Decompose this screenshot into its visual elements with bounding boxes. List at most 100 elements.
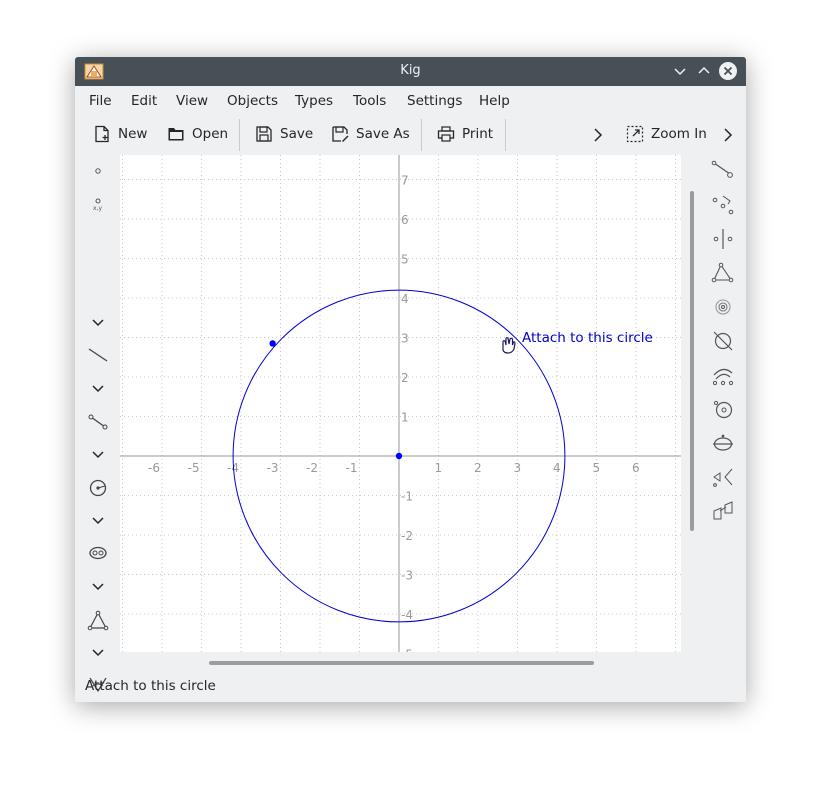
- menu-objects[interactable]: Objects: [227, 93, 278, 109]
- y-tick-label: 7: [401, 174, 409, 188]
- segment-tool-button[interactable]: [710, 157, 736, 183]
- vertical-scrollbar[interactable]: [690, 191, 694, 531]
- x-tick-label: 4: [553, 461, 561, 475]
- attach-tooltip: Attach to this circle: [502, 330, 653, 354]
- x-tick-label: -3: [267, 461, 279, 475]
- horizontal-scrollbar[interactable]: [209, 661, 594, 665]
- save-label: Save: [280, 126, 314, 142]
- y-tick-label: 3: [401, 332, 409, 346]
- save-button[interactable]: Save: [255, 123, 313, 145]
- ellipse-icon: [713, 434, 733, 451]
- chevron-down-icon: [92, 517, 104, 525]
- chevron-down-icon: [92, 319, 104, 327]
- conics-icon: [89, 546, 107, 560]
- objects-toolbar: x,y: [75, 155, 119, 693]
- spiral-icon: [715, 299, 731, 315]
- kig-window: Kig File Edit View Objects Types Tools S…: [75, 57, 746, 702]
- status-text: Attach to this circle: [85, 678, 216, 694]
- arc-button[interactable]: [710, 362, 736, 388]
- translation-icon: [713, 501, 733, 520]
- menu-edit[interactable]: Edit: [131, 93, 157, 109]
- close-button[interactable]: [718, 61, 738, 81]
- zoom-in-button[interactable]: Zoom In: [626, 123, 707, 145]
- toolbar-separator: [505, 119, 506, 151]
- point-dropdown[interactable]: [87, 312, 109, 334]
- menu-types[interactable]: Types: [295, 93, 333, 109]
- chevron-down-icon: [92, 451, 104, 459]
- menu-bar: File Edit View Objects Types Tools Setti…: [75, 86, 746, 115]
- midpoint-icon: [713, 229, 733, 249]
- conics-tool[interactable]: [87, 542, 109, 564]
- circle-dropdown[interactable]: [87, 510, 109, 532]
- open-label: Open: [192, 126, 229, 142]
- point-tool[interactable]: [87, 160, 109, 182]
- minimize-button[interactable]: [670, 61, 690, 81]
- toolbar-separator: [421, 119, 422, 151]
- x-tick-label: 6: [632, 461, 640, 475]
- arc-icon: [712, 368, 734, 386]
- menu-help[interactable]: Help: [479, 93, 510, 109]
- print-label: Print: [462, 126, 494, 142]
- printer-icon: [437, 126, 455, 142]
- hand-cursor-icon: [502, 337, 516, 354]
- window-title: Kig: [400, 63, 421, 78]
- x-tick-label: 3: [514, 461, 522, 475]
- polygon-icon: [87, 610, 109, 631]
- hand-shape: [502, 337, 516, 354]
- translation-button[interactable]: [710, 498, 736, 524]
- zoom-in-label: Zoom In: [651, 126, 707, 142]
- tooltip-text: Attach to this circle: [522, 330, 653, 346]
- reflection-button[interactable]: [710, 464, 736, 490]
- point-by-coordinates-tool[interactable]: x,y: [87, 193, 109, 215]
- x-tick-label: -5: [188, 461, 200, 475]
- point-on-circle: [269, 340, 276, 347]
- menu-view[interactable]: View: [176, 93, 208, 109]
- circle-intersect-icon: [713, 331, 733, 351]
- y-tick-label: 6: [401, 213, 409, 227]
- coordinate-plot[interactable]: -7-6-5-4-3-2-11234567654321-1-2-3-4-5 At…: [120, 155, 681, 652]
- reflection-icon: [713, 468, 733, 487]
- x-tick-label: -6: [148, 461, 160, 475]
- ellipse-button[interactable]: [710, 430, 736, 456]
- menu-settings[interactable]: Settings: [407, 93, 462, 109]
- spiral-button[interactable]: [710, 294, 736, 320]
- toolbar-separator: [239, 119, 240, 151]
- drawing-canvas[interactable]: -7-6-5-4-3-2-11234567654321-1-2-3-4-5 At…: [120, 155, 681, 652]
- triangle-button[interactable]: [710, 260, 736, 286]
- segment-tool-icon: [711, 160, 733, 178]
- segment-tool[interactable]: [87, 411, 109, 433]
- title-bar: Kig: [75, 57, 746, 86]
- conics-dropdown[interactable]: [87, 576, 109, 598]
- new-button[interactable]: New: [93, 123, 147, 145]
- polygon-tool[interactable]: [87, 610, 109, 632]
- maximize-button[interactable]: [694, 61, 714, 81]
- menu-file[interactable]: File: [89, 93, 112, 109]
- y-tick-label: -5: [401, 648, 413, 653]
- y-tick-label: 1: [401, 411, 409, 425]
- y-tick-label: 4: [401, 292, 409, 306]
- chevron-right-icon[interactable]: [591, 127, 605, 143]
- y-tick-label: 2: [401, 371, 409, 385]
- x-tick-label: 2: [474, 461, 482, 475]
- save-as-button[interactable]: Save As: [331, 123, 410, 145]
- line-dropdown[interactable]: [87, 378, 109, 400]
- chevron-right-icon[interactable]: [721, 127, 735, 143]
- polygon-dropdown[interactable]: [87, 642, 109, 664]
- point-icon: [95, 168, 101, 174]
- segment-dropdown[interactable]: [87, 444, 109, 466]
- y-tick-label: 5: [401, 253, 409, 267]
- print-button[interactable]: Print: [437, 123, 493, 145]
- midpoint-button[interactable]: [710, 226, 736, 252]
- open-button[interactable]: Open: [167, 123, 228, 145]
- line-tool[interactable]: [87, 344, 109, 366]
- save-icon: [256, 126, 272, 142]
- x-tick-label: 1: [435, 461, 443, 475]
- ray-tool-button[interactable]: [710, 191, 736, 217]
- y-tick-label: -3: [401, 569, 413, 583]
- circle-tool[interactable]: [87, 477, 109, 499]
- circle-center-button[interactable]: [710, 396, 736, 422]
- menu-tools[interactable]: Tools: [353, 93, 386, 109]
- circle-intersect-button[interactable]: [710, 328, 736, 354]
- point-by-coordinates-icon: x,y: [93, 198, 102, 212]
- x-tick-label: 5: [593, 461, 601, 475]
